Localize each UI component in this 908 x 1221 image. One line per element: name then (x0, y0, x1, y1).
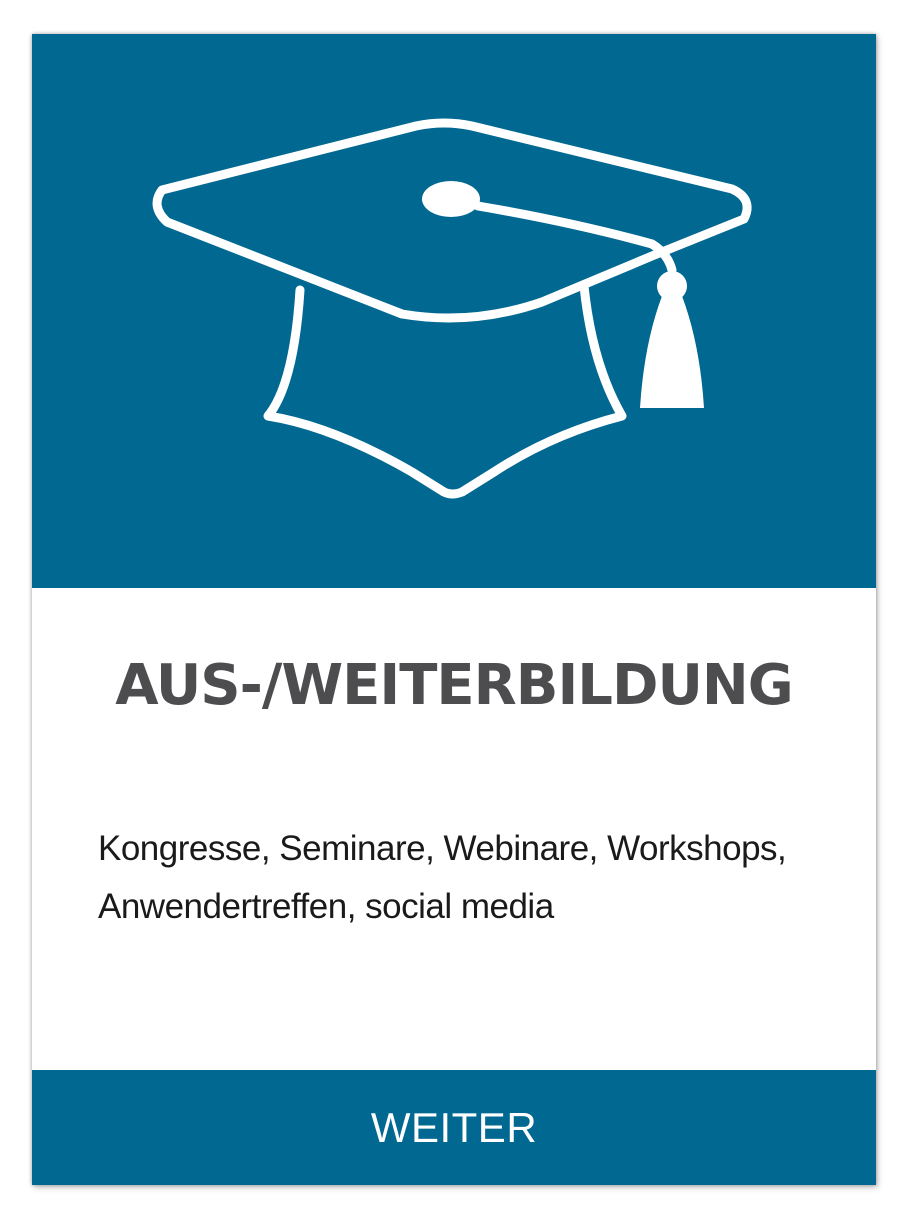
card-description: Kongresse, Seminare, Webinare, Workshops… (98, 820, 838, 936)
card-title: AUS-/WEITERBILDUNG (115, 653, 794, 718)
education-card: AUS-/WEITERBILDUNG Kongresse, Seminare, … (32, 34, 876, 1185)
card-hero (32, 34, 876, 588)
weiter-button[interactable]: WEITER (32, 1070, 876, 1185)
description-line: Kongresse, Seminare, Webinare, Workshops… (98, 829, 787, 868)
description-line: Anwendertreffen, social media (98, 887, 554, 926)
weiter-button-label: WEITER (370, 1103, 538, 1151)
graduation-cap-icon (152, 118, 752, 499)
